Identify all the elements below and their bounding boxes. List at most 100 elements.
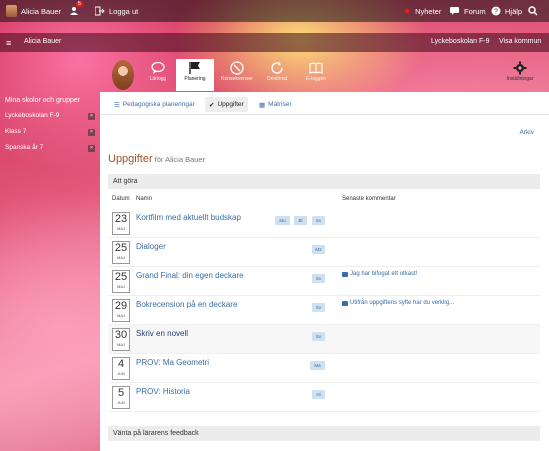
user-avatar — [6, 5, 17, 17]
column-header-latest: Senaste kommentar — [342, 196, 396, 202]
task-title[interactable]: Kortfilm med aktuellt budskap — [136, 213, 241, 222]
task-row[interactable]: 23 MAJ Kortfilm med aktuellt budskap Mu B… — [108, 209, 540, 238]
sub-navigation: ☰ Pedagogiska planeringar ✔ Uppgifter ▦ … — [100, 92, 549, 115]
archive-link[interactable]: Arkiv — [520, 129, 534, 136]
sidebar-item-spanska[interactable]: Spanska år 7 — [5, 144, 95, 151]
subtab-label: Matriser — [268, 101, 292, 108]
column-header-name: Namn — [136, 196, 153, 202]
tab-label: Inställningar — [506, 76, 534, 82]
svg-text:?: ? — [494, 9, 498, 16]
search-button[interactable] — [528, 6, 538, 16]
task-row[interactable]: 25 MAJ Dialoger M2 — [108, 238, 540, 267]
subject-tag: Mu — [275, 216, 290, 225]
forum-label: Forum — [464, 6, 486, 16]
subtab-label: Uppgifter — [217, 101, 244, 108]
tab-omdome[interactable]: Omdömd — [258, 59, 296, 91]
grid-icon: ▦ — [259, 101, 266, 109]
column-header-date: Datum — [112, 196, 130, 202]
subtab-tasks[interactable]: ✔ Uppgifter — [205, 97, 248, 112]
page-title: Uppgifter för Alicia Bauer — [108, 153, 205, 165]
top-bar: Alicia Bauer 5 Logga ut ★ Nyheter Forum … — [0, 0, 549, 22]
tab-label: E-loggen — [305, 76, 326, 82]
remove-icon[interactable]: × — [88, 113, 95, 120]
user-menu[interactable]: Alicia Bauer — [6, 5, 61, 17]
date-badge: 25 MAJ — [112, 270, 130, 293]
logout-icon — [95, 6, 105, 16]
subject-tag: Sv — [312, 303, 325, 312]
subject-tag: Hi — [312, 390, 325, 399]
help-link[interactable]: ? Hjälp — [491, 6, 522, 16]
latest-comment[interactable]: Jag har bifogat ett utkast! — [342, 271, 417, 277]
comment-icon — [342, 271, 348, 277]
tab-label: Konsekvenser — [221, 76, 253, 82]
user-name: Alicia Bauer — [21, 6, 62, 16]
sidebar-item-label: Lyckeboskolan F-9 — [5, 112, 60, 119]
date-badge: 23 MAJ — [112, 212, 130, 235]
star-icon: ★ — [403, 5, 412, 16]
subject-tag: M2 — [312, 245, 325, 254]
task-title[interactable]: Skriv en novell — [136, 329, 188, 338]
sidebar-item-lyckeboskolan[interactable]: Lyckeboskolan F-9 — [5, 112, 95, 119]
task-title[interactable]: Dialoger — [136, 242, 166, 251]
date-badge: 29 MAJ — [112, 299, 130, 322]
sidebar: Mina skolor och grupper Lyckeboskolan F-… — [0, 92, 100, 451]
subtab-label: Pedagogiska planeringar — [122, 101, 195, 108]
task-title[interactable]: PROV: Ma Geometri — [136, 358, 209, 367]
tab-eloggen[interactable]: E-loggen — [297, 59, 335, 91]
sidebar-title: Mina skolor och grupper — [5, 97, 81, 104]
help-label: Hjälp — [505, 6, 523, 16]
subject-tag: Sv — [312, 332, 325, 341]
people-icon — [70, 7, 78, 15]
comment-icon — [342, 300, 348, 306]
tab-label: Planering — [184, 76, 206, 82]
date-badge: 4 JUN — [112, 357, 130, 380]
forum-link[interactable]: Forum — [450, 6, 486, 16]
logout-link[interactable]: Logga ut — [95, 6, 138, 16]
school-link[interactable]: Lyckeboskolan F-9 — [431, 38, 490, 45]
search-icon — [528, 6, 538, 16]
tab-planering[interactable]: Planering — [176, 59, 214, 91]
task-title[interactable]: PROV: Historia — [136, 387, 190, 396]
check-icon: ✔ — [209, 101, 215, 109]
latest-comment[interactable]: Utifrån uppgiftens syfte har du verklig.… — [342, 300, 454, 306]
notifications-button[interactable]: 5 — [70, 1, 83, 16]
remove-icon[interactable]: × — [88, 129, 95, 136]
date-badge: 30 MAJ — [112, 328, 130, 351]
task-row[interactable]: 29 MAJ Bokrecension på en deckare Sv Utif… — [108, 296, 540, 325]
section-feedback: Vänta på lärarens feedback — [108, 426, 540, 441]
task-title[interactable]: Grand Final: din egen deckare — [136, 271, 244, 280]
news-label: Nyheter — [415, 6, 442, 16]
task-row[interactable]: 25 MAJ Grand Final: din egen deckare Sv J… — [108, 267, 540, 296]
tab-larlogg[interactable]: Lärlogg — [139, 59, 177, 91]
task-row[interactable]: 30 MAJ Skriv en novell Sv — [108, 325, 540, 354]
forum-icon — [450, 7, 459, 15]
show-municipality-link[interactable]: Visa kommun — [499, 38, 541, 45]
subject-tag: Ma — [310, 361, 325, 370]
page-subtitle: för Alicia Bauer — [154, 155, 206, 164]
logout-label: Logga ut — [109, 6, 139, 16]
list-icon: ☰ — [114, 101, 120, 109]
compass-icon — [230, 61, 244, 75]
task-title[interactable]: Bokrecension på en deckare — [136, 300, 237, 309]
tab-installningar[interactable]: Inställningar — [500, 59, 540, 91]
task-row[interactable]: 4 JUN PROV: Ma Geometri Ma — [108, 354, 540, 383]
comment-text: Jag har bifogat ett utkast! — [350, 271, 418, 277]
subject-tag: Sv — [312, 274, 325, 283]
help-icon: ? — [491, 6, 501, 16]
section-todo: Att göra — [108, 174, 540, 189]
tab-label: Omdömd — [266, 76, 288, 82]
task-row[interactable]: 5 JUN PROV: Historia Hi — [108, 383, 540, 412]
remove-icon[interactable]: × — [88, 145, 95, 152]
tab-konsekvenser[interactable]: Konsekvenser — [218, 59, 256, 91]
sidebar-item-klass7[interactable]: Klass 7 — [5, 128, 95, 135]
sidebar-item-label: Spanska år 7 — [5, 144, 44, 151]
gear-icon — [513, 61, 527, 75]
news-link[interactable]: ★ Nyheter — [403, 6, 441, 17]
page-title-text: Uppgifter — [108, 153, 153, 165]
context-user: Alicia Bauer — [24, 38, 62, 45]
subtab-planning[interactable]: ☰ Pedagogiska planeringar — [110, 97, 199, 112]
context-bar: ≡ Alicia Bauer Lyckeboskolan F-9 Visa ko… — [0, 33, 549, 52]
notification-count: 5 — [76, 1, 83, 7]
hamburger-icon[interactable]: ≡ — [6, 38, 11, 48]
subtab-matrices[interactable]: ▦ Matriser — [255, 97, 296, 112]
